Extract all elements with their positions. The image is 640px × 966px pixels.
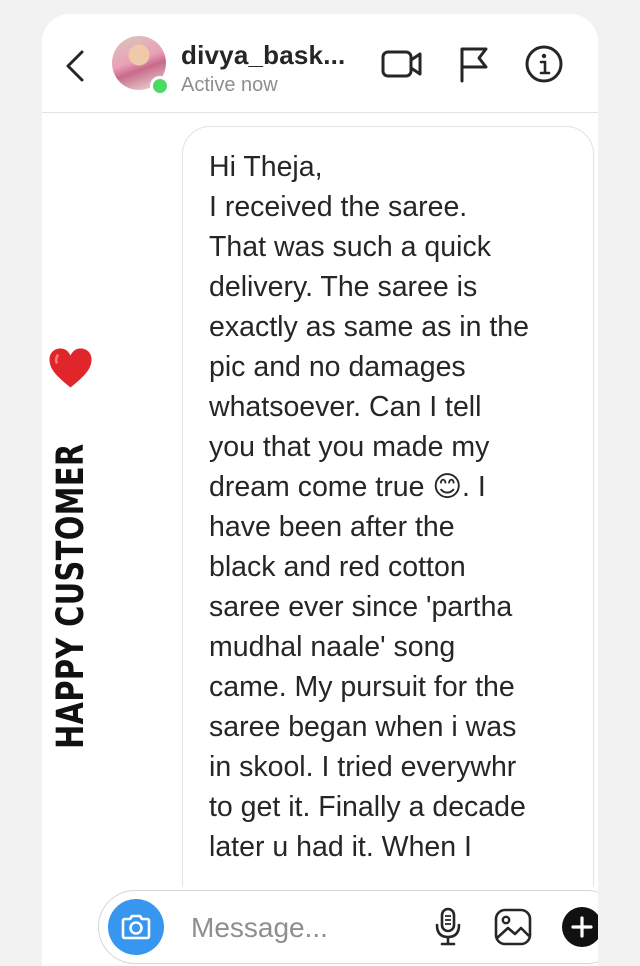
chat-username[interactable]: divya_bask... bbox=[181, 40, 345, 71]
message-line: delivery. The saree is bbox=[209, 271, 478, 303]
online-status-dot bbox=[150, 76, 170, 96]
message-line: mudhal naale' song bbox=[209, 631, 456, 663]
gallery-button[interactable] bbox=[491, 905, 535, 949]
message-line: later u had it. When I bbox=[209, 831, 472, 863]
message-line: Hi Theja, bbox=[209, 151, 323, 183]
report-button[interactable] bbox=[452, 42, 496, 86]
message-line: I received the saree. bbox=[209, 191, 468, 223]
message-composer bbox=[98, 890, 598, 964]
message-line: have been after the bbox=[209, 511, 455, 543]
info-button[interactable] bbox=[522, 42, 566, 86]
message-line: pic and no damages bbox=[209, 351, 466, 383]
voice-message-button[interactable] bbox=[426, 905, 470, 949]
message-line: whatsoever. Can I tell bbox=[209, 391, 482, 423]
message-line: exactly as same as in the bbox=[209, 311, 529, 343]
message-line: in skool. I tried everywhr bbox=[209, 751, 517, 783]
microphone-icon bbox=[435, 907, 461, 946]
camera-button[interactable] bbox=[108, 899, 164, 955]
message-line: saree ever since 'partha bbox=[209, 591, 513, 623]
chat-header: divya_bask... Active now bbox=[42, 14, 598, 113]
flag-icon bbox=[460, 47, 488, 83]
message-line: came. My pursuit for the bbox=[209, 671, 515, 703]
message-bubble[interactable]: Hi Theja, I received the saree. That was… bbox=[182, 126, 594, 887]
info-icon bbox=[525, 45, 563, 83]
active-status: Active now bbox=[181, 74, 278, 96]
happy-customer-text: HAPPY CUSTOMER bbox=[48, 443, 92, 749]
chevron-left-icon bbox=[66, 50, 84, 82]
message-input[interactable] bbox=[189, 905, 413, 951]
message-line: black and red cotton bbox=[209, 551, 466, 583]
message-line: dream come true 😊. I bbox=[209, 471, 486, 503]
image-gallery-icon bbox=[494, 908, 532, 946]
more-options-button[interactable] bbox=[560, 905, 598, 949]
message-line: That was such a quick bbox=[209, 231, 491, 263]
back-button[interactable] bbox=[60, 46, 90, 86]
camera-icon bbox=[121, 914, 151, 940]
video-call-button[interactable] bbox=[380, 42, 424, 86]
dm-screen: divya_bask... Active now Hi Theja, I rec… bbox=[42, 14, 598, 966]
message-line: you that you made my bbox=[209, 431, 490, 463]
happy-customer-label: HAPPY CUSTOMER bbox=[40, 348, 100, 780]
message-text: Hi Theja, I received the saree. That was… bbox=[209, 147, 529, 867]
heart-icon bbox=[47, 348, 93, 395]
message-line: saree began when i was bbox=[209, 711, 517, 743]
message-line: to get it. Finally a decade bbox=[209, 791, 526, 823]
plus-circle-icon bbox=[562, 907, 598, 947]
video-camera-icon bbox=[381, 50, 422, 78]
